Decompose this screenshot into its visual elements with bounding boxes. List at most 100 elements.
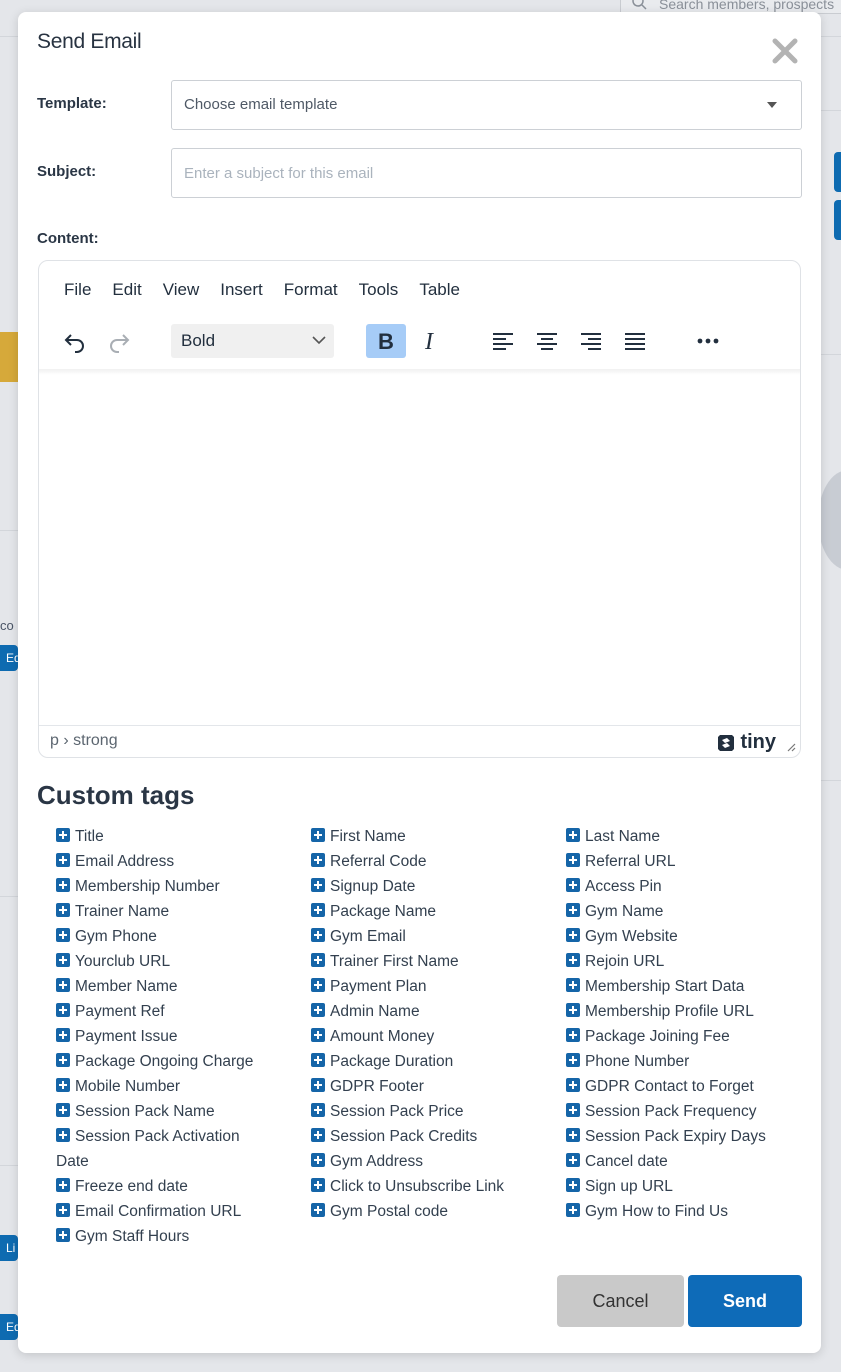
custom-tag[interactable]: Package Ongoing Charge (56, 1049, 256, 1074)
send-button[interactable]: Send (688, 1275, 802, 1327)
custom-tag[interactable]: Admin Name (311, 999, 504, 1024)
custom-tag[interactable]: Gym Email (311, 924, 504, 949)
plus-square-icon (566, 1203, 580, 1217)
custom-tag[interactable]: Package Name (311, 899, 504, 924)
custom-tag[interactable]: Session Pack Name (56, 1099, 256, 1124)
custom-tag[interactable]: Access Pin (566, 874, 766, 899)
italic-icon: I (424, 330, 434, 352)
align-left-button[interactable] (483, 324, 523, 358)
more-button[interactable] (688, 324, 728, 358)
custom-tag[interactable]: Referral Code (311, 849, 504, 874)
plus-square-icon (311, 1203, 325, 1217)
redo-button[interactable] (99, 324, 139, 358)
custom-tags-column-2: First Name Referral Code Signup Date Pac… (311, 824, 504, 1224)
align-right-button[interactable] (571, 324, 611, 358)
menu-view[interactable]: View (152, 275, 210, 305)
bold-icon: B (378, 330, 394, 352)
custom-tag[interactable]: Amount Money (311, 1024, 504, 1049)
undo-button[interactable] (55, 324, 95, 358)
custom-tag[interactable]: Payment Plan (311, 974, 504, 999)
custom-tag[interactable]: Phone Number (566, 1049, 766, 1074)
background-button (834, 152, 841, 192)
close-icon (772, 38, 798, 64)
custom-tag[interactable]: Click to Unsubscribe Link (311, 1174, 504, 1199)
menu-tools[interactable]: Tools (348, 275, 409, 305)
plus-square-icon (56, 978, 70, 992)
plus-square-icon (311, 1153, 325, 1167)
menu-file[interactable]: File (39, 275, 102, 305)
svg-text:I: I (424, 330, 434, 352)
chevron-down-icon (767, 102, 777, 108)
custom-tag[interactable]: Session Pack Activation Date (56, 1124, 256, 1174)
custom-tag[interactable]: Session Pack Expiry Days (566, 1124, 766, 1149)
custom-tag[interactable]: Gym Website (566, 924, 766, 949)
custom-tag[interactable]: Membership Profile URL (566, 999, 766, 1024)
custom-tag[interactable]: Email Confirmation URL (56, 1199, 256, 1224)
background-divider (0, 36, 18, 37)
tiny-logo[interactable]: tiny (716, 731, 776, 754)
custom-tag[interactable]: Yourclub URL (56, 949, 256, 974)
block-format-select[interactable]: Bold (171, 324, 334, 358)
italic-button[interactable]: I (410, 324, 450, 358)
custom-tag[interactable]: Payment Ref (56, 999, 256, 1024)
menu-format[interactable]: Format (273, 275, 348, 305)
plus-square-icon (56, 1078, 70, 1092)
custom-tag[interactable]: Rejoin URL (566, 949, 766, 974)
custom-tag[interactable]: Session Pack Frequency (566, 1099, 766, 1124)
custom-tag[interactable]: Signup Date (311, 874, 504, 899)
send-email-modal: Send Email Template: Choose email templa… (18, 12, 821, 1353)
custom-tags-column-1: Title Email Address Membership Number Tr… (56, 824, 256, 1249)
plus-square-icon (56, 853, 70, 867)
more-icon (697, 338, 719, 344)
tiny-logo-icon (718, 734, 735, 751)
bold-button[interactable]: B (366, 324, 406, 358)
align-justify-button[interactable] (615, 324, 655, 358)
subject-label: Subject: (37, 163, 97, 180)
resize-handle-icon[interactable] (786, 742, 796, 752)
custom-tag[interactable]: Membership Number (56, 874, 256, 899)
custom-tag[interactable]: Gym Phone (56, 924, 256, 949)
custom-tag[interactable]: Last Name (566, 824, 766, 849)
custom-tag[interactable]: Gym Address (311, 1149, 504, 1174)
custom-tag[interactable]: GDPR Footer (311, 1074, 504, 1099)
custom-tag[interactable]: Session Pack Credits (311, 1124, 504, 1149)
custom-tag[interactable]: GDPR Contact to Forget (566, 1074, 766, 1099)
align-center-button[interactable] (527, 324, 567, 358)
plus-square-icon (566, 853, 580, 867)
custom-tag[interactable]: Title (56, 824, 256, 849)
plus-square-icon (566, 1003, 580, 1017)
menu-edit[interactable]: Edit (102, 275, 152, 305)
cancel-button[interactable]: Cancel (557, 1275, 684, 1327)
custom-tag[interactable]: Gym How to Find Us (566, 1199, 766, 1224)
custom-tag[interactable]: Gym Name (566, 899, 766, 924)
custom-tag[interactable]: Freeze end date (56, 1174, 256, 1199)
template-select[interactable]: Choose email template (171, 80, 802, 130)
close-button[interactable] (770, 36, 800, 66)
custom-tag[interactable]: Payment Issue (56, 1024, 256, 1049)
custom-tag[interactable]: Trainer First Name (311, 949, 504, 974)
redo-icon (110, 334, 130, 353)
custom-tag[interactable]: Package Joining Fee (566, 1024, 766, 1049)
plus-square-icon (56, 1103, 70, 1117)
element-path[interactable]: p › strong (50, 732, 118, 750)
custom-tag[interactable]: Cancel date (566, 1149, 766, 1174)
custom-tag[interactable]: Gym Postal code (311, 1199, 504, 1224)
plus-square-icon (311, 878, 325, 892)
custom-tag[interactable]: Email Address (56, 849, 256, 874)
custom-tag[interactable]: First Name (311, 824, 504, 849)
custom-tag[interactable]: Session Pack Price (311, 1099, 504, 1124)
custom-tag[interactable]: Package Duration (311, 1049, 504, 1074)
plus-square-icon (56, 928, 70, 942)
custom-tag[interactable]: Referral URL (566, 849, 766, 874)
editor-content-area[interactable] (39, 371, 800, 726)
custom-tag[interactable]: Membership Start Data (566, 974, 766, 999)
custom-tag[interactable]: Gym Staff Hours (56, 1224, 256, 1249)
menu-insert[interactable]: Insert (210, 275, 274, 305)
custom-tag[interactable]: Mobile Number (56, 1074, 256, 1099)
editor-toolbar: Bold B I (39, 319, 800, 365)
custom-tag[interactable]: Trainer Name (56, 899, 256, 924)
menu-table[interactable]: Table (409, 275, 471, 305)
subject-input[interactable] (171, 148, 802, 198)
custom-tag[interactable]: Sign up URL (566, 1174, 766, 1199)
custom-tag[interactable]: Member Name (56, 974, 256, 999)
